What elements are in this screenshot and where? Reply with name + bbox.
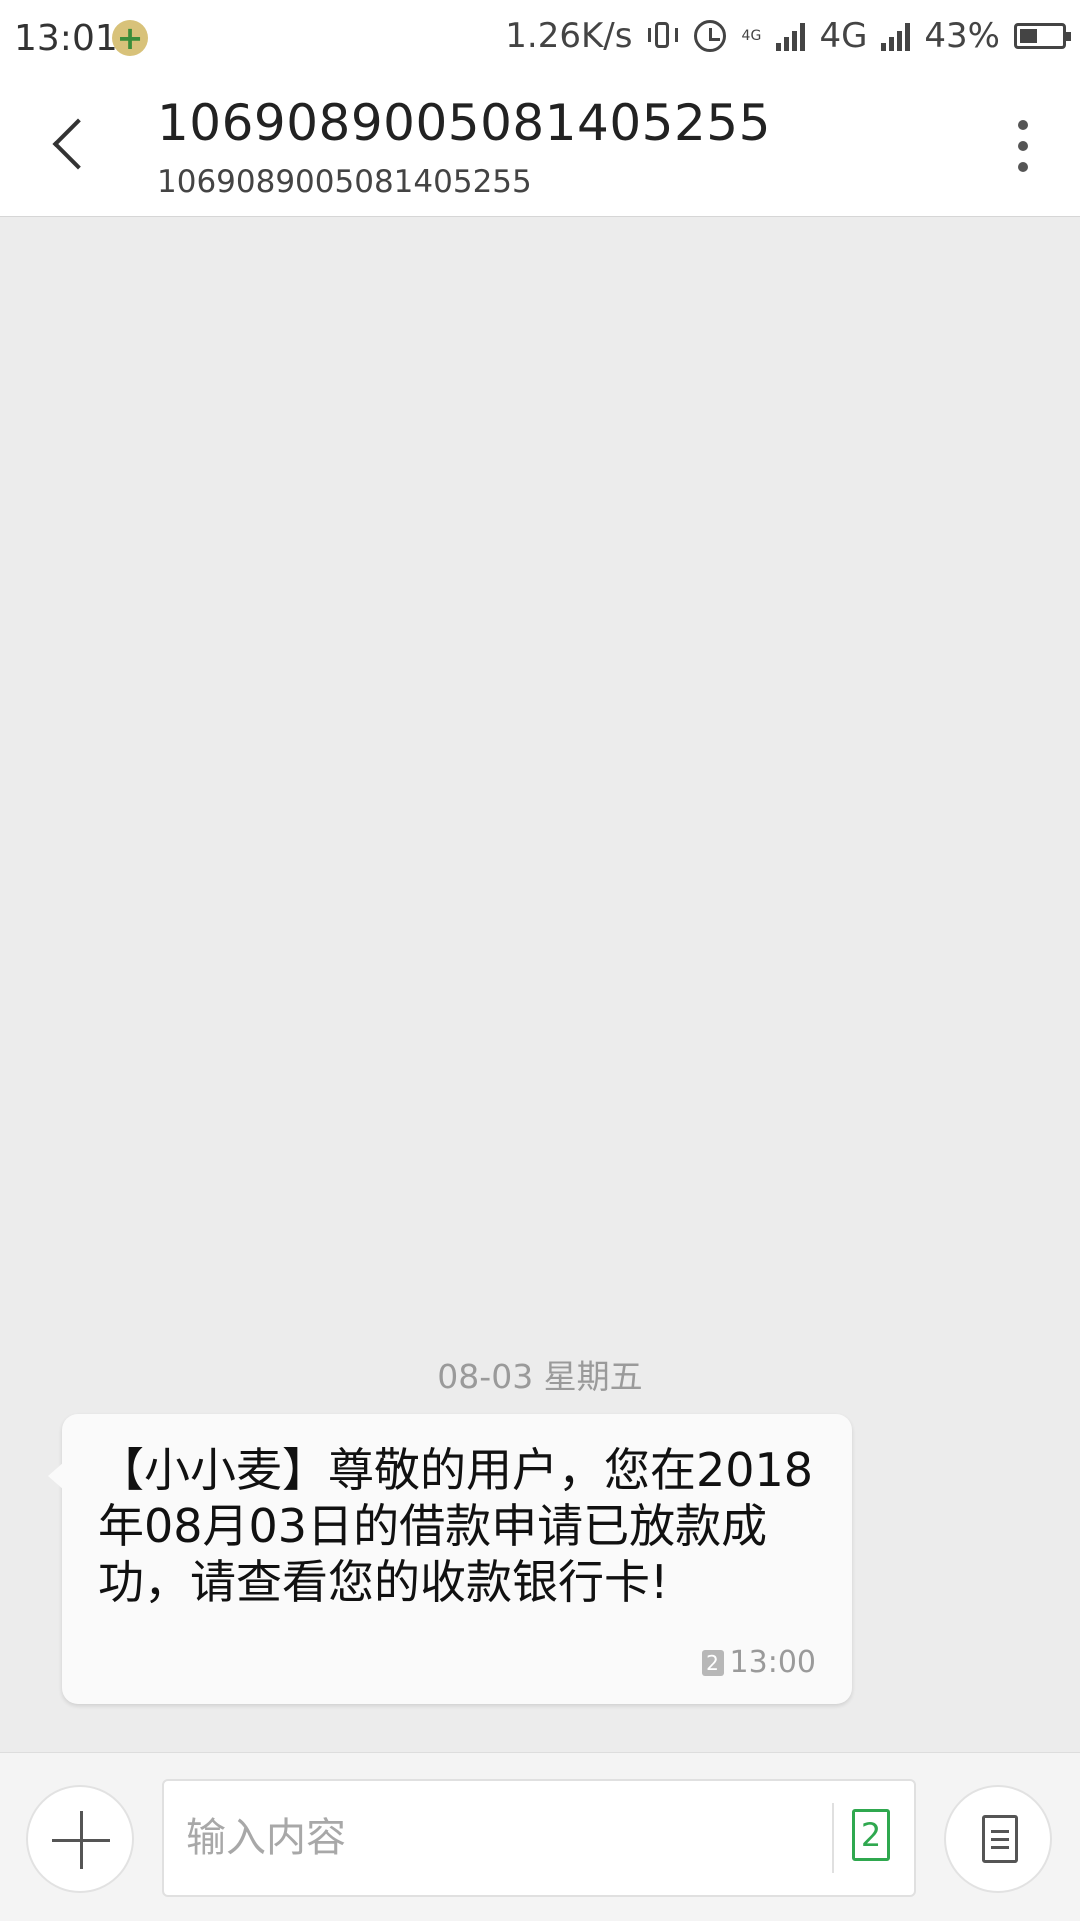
network-type: 4G — [819, 16, 868, 56]
sim-badge-icon: 2 — [701, 1649, 724, 1676]
compose-box: 2 — [162, 1779, 916, 1897]
more-options-icon[interactable] — [1018, 120, 1030, 172]
status-icons: 1.26K/s 4G 4G 43% — [505, 16, 1071, 56]
app-notification-icon: + — [112, 20, 148, 56]
quick-text-button[interactable] — [944, 1785, 1052, 1893]
back-arrow-icon[interactable] — [48, 116, 84, 176]
net-speed: 1.26K/s — [505, 16, 633, 56]
sim-select-icon[interactable]: 2 — [852, 1809, 890, 1861]
conversation-header: 106908900508140​5255 1069089005081405255 — [0, 76, 1080, 217]
contact-number: 1069089005081405255 — [157, 164, 532, 200]
date-stamp: 08-03 星期五 — [437, 1357, 643, 1396]
battery-fill — [1020, 29, 1037, 43]
vibrate-icon — [646, 20, 680, 52]
message-text: 【小小麦】尊敬的用户，您在2018年08月03日的借款申请已放款成功，请查看您的… — [98, 1443, 814, 1609]
divider — [832, 1803, 834, 1873]
compose-bar: 2 — [0, 1752, 1080, 1921]
signal-icon-1 — [776, 21, 806, 51]
battery-percent: 43% — [924, 16, 1000, 56]
document-icon — [982, 1815, 1018, 1863]
alarm-icon — [694, 20, 727, 52]
signal-icon-2 — [881, 21, 911, 51]
small-network-label: 4G — [741, 28, 762, 44]
message-time: 13:00 — [729, 1645, 816, 1680]
status-bar: 13:01 + 1.26K/s 4G 4G 43% — [0, 0, 1080, 76]
message-meta: 2 13:00 — [701, 1645, 816, 1680]
message-bubble[interactable]: 【小小麦】尊敬的用户，您在2018年08月03日的借款申请已放款成功，请查看您的… — [48, 1414, 852, 1704]
battery-icon — [1014, 23, 1071, 49]
add-attachment-button[interactable] — [26, 1785, 134, 1893]
message-input[interactable] — [184, 1805, 748, 1871]
status-time: 13:01 — [14, 18, 118, 59]
contact-title: 106908900508140​5255 — [157, 94, 771, 152]
